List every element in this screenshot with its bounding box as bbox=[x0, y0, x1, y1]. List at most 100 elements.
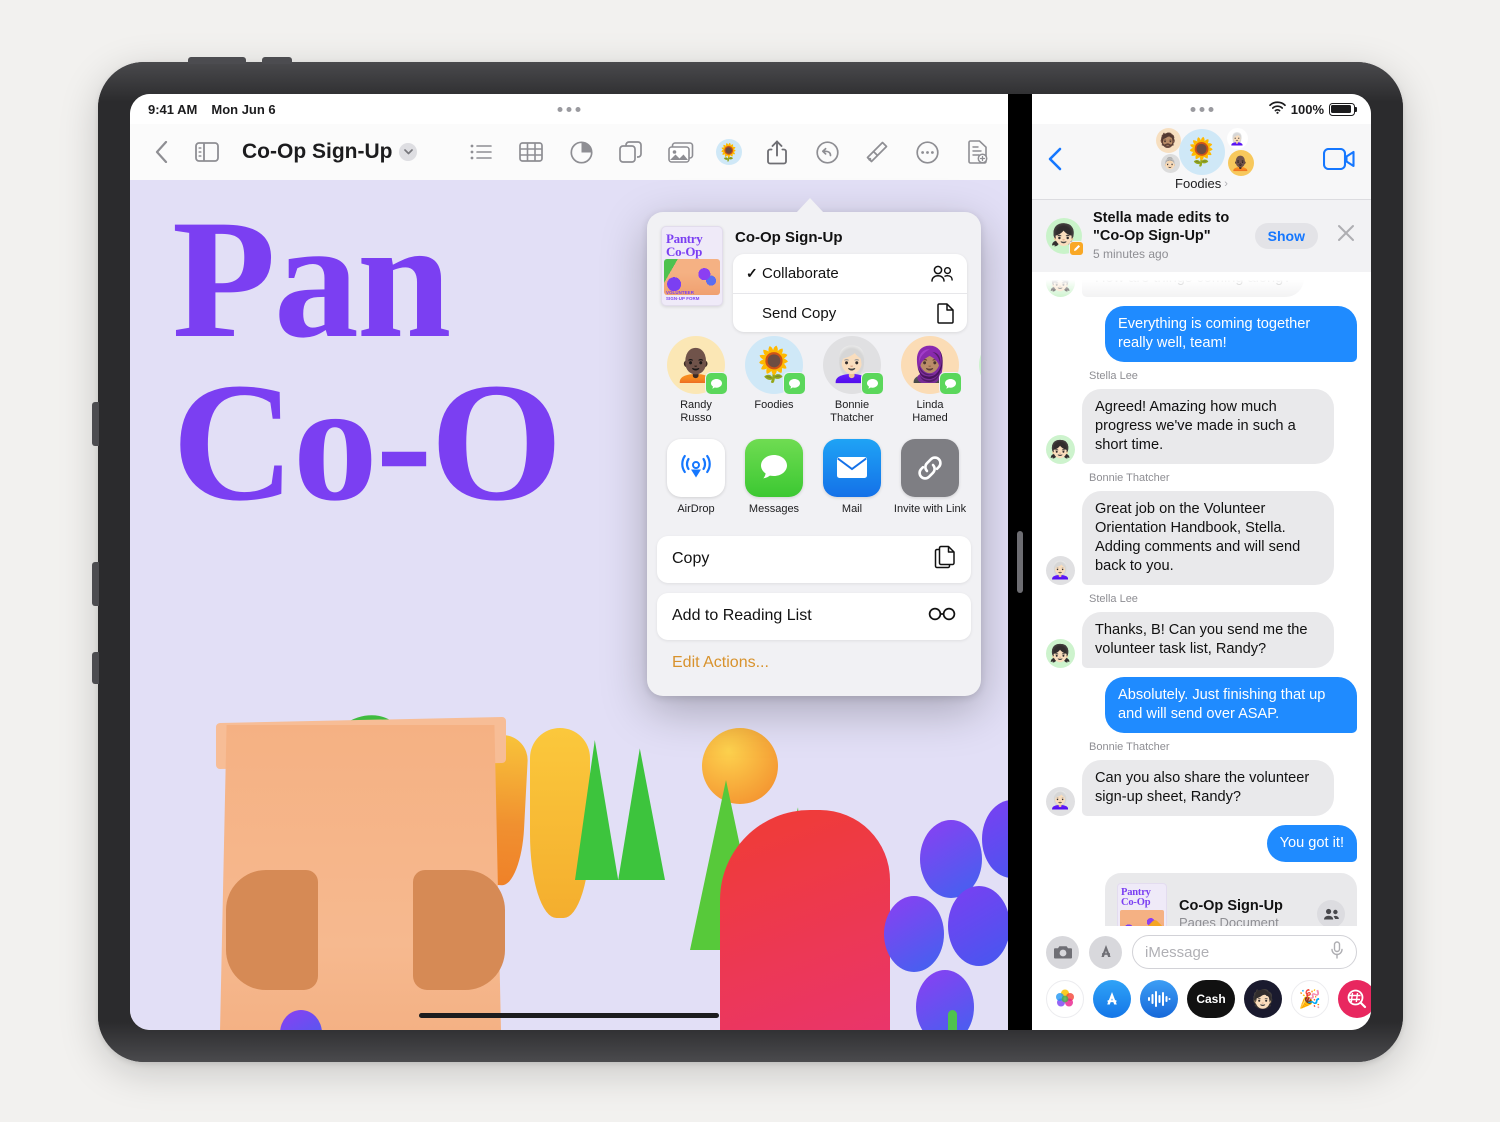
sidebar-icon[interactable] bbox=[192, 137, 222, 167]
message-bubble[interactable]: Great job on the Volunteer Orientation H… bbox=[1082, 491, 1334, 586]
share-app-mail[interactable]: Mail bbox=[813, 438, 891, 516]
edit-badge-icon bbox=[1069, 240, 1084, 256]
chevron-down-icon[interactable] bbox=[399, 143, 418, 161]
avatar: 👧🏻 bbox=[1046, 217, 1084, 256]
volume-down-button[interactable] bbox=[92, 562, 99, 606]
share-app-label: AirDrop bbox=[677, 502, 715, 515]
message-bubble[interactable]: Agreed! Amazing how much progress we've … bbox=[1082, 389, 1334, 465]
share-document-thumbnail: Pantry Co-Op VOLUNTEER SIGN-UP FORM bbox=[661, 226, 723, 306]
action-add-to-reading-list[interactable]: Add to Reading List bbox=[657, 593, 971, 640]
share-app-invite-with-link[interactable]: Invite with Link bbox=[891, 438, 969, 516]
audio-messages-icon[interactable] bbox=[1140, 980, 1178, 1018]
illustration-carrot-3 bbox=[530, 728, 590, 918]
more-icon[interactable] bbox=[912, 137, 942, 167]
attachment-thumbnail: Pantry Co-Op bbox=[1117, 882, 1167, 926]
document-attachment-card[interactable]: Pantry Co-Op Co-Op Sign-Up Pages Document bbox=[1105, 872, 1357, 926]
share-mode-send-copy-label: Send Copy bbox=[762, 304, 837, 322]
share-app-messages[interactable]: Messages bbox=[735, 438, 813, 516]
messages-header: 🧔🏽 👵🏻 🌻 👩🏻‍🦳 🧑🏿‍🦲 Foodies › bbox=[1032, 124, 1371, 200]
volume-up-button[interactable] bbox=[92, 402, 99, 446]
side-button[interactable] bbox=[92, 652, 99, 684]
message-row[interactable]: 👧🏻 Agreed! Amazing how much progress we'… bbox=[1046, 389, 1357, 465]
contact-partial[interactable]: 👧🏻 bbox=[969, 336, 981, 425]
photos-app-icon[interactable] bbox=[1046, 980, 1084, 1018]
page-title[interactable]: Co-Op Sign-Up bbox=[242, 140, 418, 164]
share-sheet-header: Pantry Co-Op VOLUNTEER SIGN-UP FORM Co-Op … bbox=[647, 212, 981, 332]
message-input-field[interactable]: iMessage bbox=[1132, 935, 1357, 969]
home-indicator[interactable] bbox=[419, 1013, 719, 1018]
chevron-right-icon: › bbox=[1224, 177, 1228, 190]
app-store-icon[interactable] bbox=[1089, 935, 1122, 969]
message-bubble[interactable]: You got it! bbox=[1266, 824, 1357, 862]
message-row[interactable]: Everything is coming together really wel… bbox=[1046, 306, 1357, 363]
collaborate-avatar-icon[interactable]: 🌻 bbox=[716, 139, 742, 165]
shape-icon[interactable] bbox=[616, 137, 646, 167]
group-name[interactable]: Foodies › bbox=[1112, 176, 1292, 191]
messages-status-bar: 100% bbox=[1032, 94, 1371, 124]
illustration-grape-cluster-2 bbox=[982, 800, 1008, 878]
multitasking-controls[interactable] bbox=[557, 107, 581, 112]
contact-randy-russo[interactable]: 🧑🏿‍🦲 Randy Russo bbox=[657, 336, 735, 425]
split-view-divider[interactable] bbox=[1008, 94, 1032, 1030]
microphone-icon[interactable] bbox=[1330, 941, 1344, 963]
undo-icon[interactable] bbox=[812, 137, 842, 167]
document-options-icon[interactable] bbox=[962, 137, 992, 167]
back-chevron-icon[interactable] bbox=[146, 137, 176, 167]
app-store-app-icon[interactable] bbox=[1093, 980, 1131, 1018]
mail-icon bbox=[823, 438, 881, 497]
copy-icon bbox=[934, 545, 956, 574]
apple-cash-icon[interactable]: Cash bbox=[1187, 980, 1235, 1018]
message-bubble[interactable]: Absolutely. Just finishing that up and w… bbox=[1105, 677, 1357, 733]
two-people-icon bbox=[930, 265, 954, 282]
multitasking-controls-messages[interactable] bbox=[1190, 107, 1213, 112]
attachment-subtitle: Pages Document bbox=[1179, 914, 1279, 926]
message-bubble[interactable]: Everything is coming together really wel… bbox=[1105, 306, 1357, 363]
back-chevron-icon[interactable] bbox=[1048, 147, 1062, 176]
memoji-icon[interactable]: 🧑🏻 bbox=[1244, 980, 1282, 1018]
two-people-icon[interactable] bbox=[1317, 899, 1345, 926]
contact-foodies[interactable]: 🌻 Foodies bbox=[735, 336, 813, 425]
message-bubble[interactable]: How are things coming along? bbox=[1082, 272, 1305, 298]
close-icon[interactable] bbox=[1329, 224, 1357, 247]
contact-linda-hamed[interactable]: 🧕🏽 Linda Hamed bbox=[891, 336, 969, 425]
edit-actions-button[interactable]: Edit Actions... bbox=[657, 650, 971, 692]
message-row[interactable]: 👧🏻 Thanks, B! Can you send me the volunt… bbox=[1046, 612, 1357, 668]
action-copy[interactable]: Copy bbox=[657, 536, 971, 583]
share-mode-collaborate[interactable]: ✓ Collaborate bbox=[733, 254, 967, 293]
collaboration-banner[interactable]: 👧🏻 Stella made edits to "Co-Op Sign-Up" … bbox=[1032, 200, 1371, 273]
messages-icon bbox=[745, 438, 803, 497]
share-app-airdrop[interactable]: AirDrop bbox=[657, 438, 735, 516]
message-row[interactable]: 👩🏻‍🦳 Can you also share the volunteer si… bbox=[1046, 759, 1357, 816]
message-row[interactable]: Absolutely. Just finishing that up and w… bbox=[1046, 677, 1357, 733]
chart-icon[interactable] bbox=[566, 137, 596, 167]
share-icon[interactable] bbox=[762, 137, 792, 167]
group-conversation-header[interactable]: 🧔🏽 👵🏻 🌻 👩🏻‍🦳 🧑🏿‍🦲 Foodies › bbox=[1112, 126, 1292, 191]
table-icon[interactable] bbox=[516, 137, 546, 167]
message-row[interactable]: 👩🏻‍🦳 Great job on the Volunteer Orientat… bbox=[1046, 491, 1357, 586]
message-row[interactable]: 👧🏻 How are things coming along? bbox=[1046, 272, 1357, 298]
message-thread[interactable]: 👧🏻 How are things coming along? Everythi… bbox=[1032, 272, 1371, 926]
avatar: 👧🏻 bbox=[1046, 639, 1075, 668]
format-brush-icon[interactable] bbox=[862, 137, 892, 167]
share-app-label: Mail bbox=[841, 502, 863, 515]
message-bubble[interactable]: Thanks, B! Can you send me the volunteer… bbox=[1082, 612, 1334, 668]
list-icon[interactable] bbox=[466, 137, 496, 167]
power-button[interactable] bbox=[188, 57, 246, 64]
messages-badge-icon bbox=[939, 372, 962, 395]
member-avatar-4: 🧑🏿‍🦲 bbox=[1227, 150, 1254, 176]
contact-bonnie-thatcher[interactable]: 👩🏻‍🦳 Bonnie Thatcher bbox=[813, 336, 891, 425]
document-title-text: Co-Op Sign-Up bbox=[242, 140, 393, 163]
message-row[interactable]: You got it! bbox=[1046, 824, 1357, 862]
split-view-handle[interactable] bbox=[1017, 531, 1023, 593]
message-bubble[interactable]: Can you also share the volunteer sign-up… bbox=[1082, 759, 1334, 816]
volume-button-top[interactable] bbox=[262, 57, 292, 64]
share-mode-send-copy[interactable]: Send Copy bbox=[733, 293, 967, 332]
show-button[interactable]: Show bbox=[1254, 222, 1318, 249]
camera-icon[interactable] bbox=[1046, 935, 1079, 969]
video-camera-icon[interactable] bbox=[1322, 147, 1355, 175]
images-search-icon[interactable] bbox=[1338, 980, 1371, 1018]
media-icon[interactable] bbox=[666, 137, 696, 167]
attachment-row[interactable]: Pantry Co-Op Co-Op Sign-Up Pages Document bbox=[1046, 872, 1357, 926]
stickers-icon[interactable]: 🎉 bbox=[1291, 980, 1329, 1018]
ipad-screen: 9:41 AM Mon Jun 6 Co-Op Sign-Up 🌻 Pan Co… bbox=[130, 94, 1371, 1030]
